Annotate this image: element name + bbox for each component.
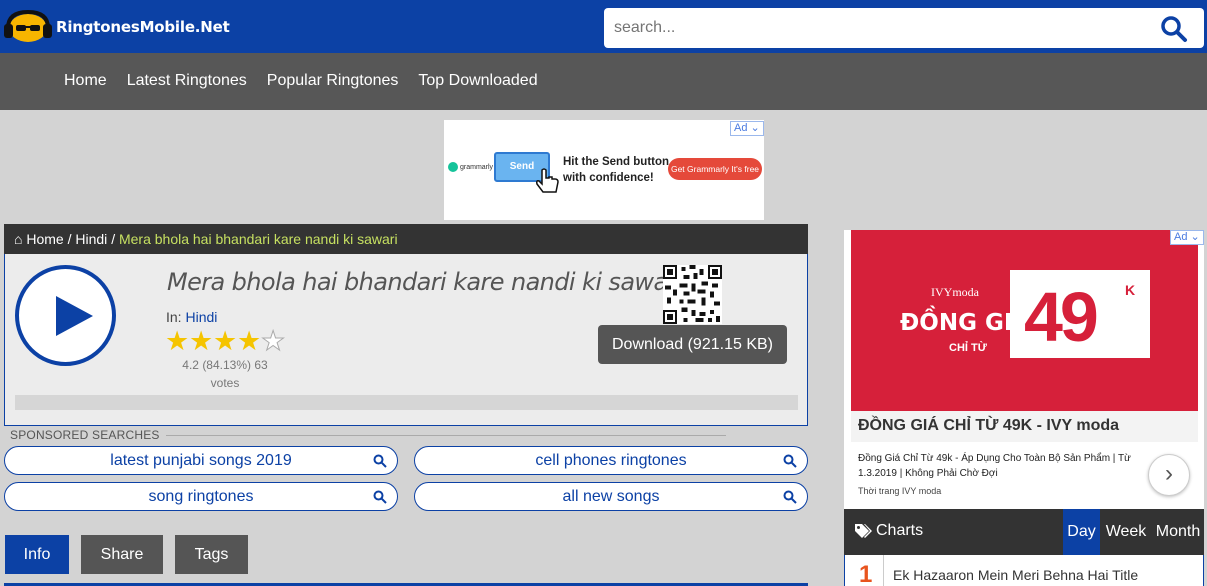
nav-home[interactable]: Home (64, 72, 107, 90)
chart-rank: 1 (859, 561, 873, 586)
grammarly-ad-banner[interactable]: Ad ⌄ grammarly Send Hit the Send button … (444, 120, 764, 220)
nav-popular-ringtones[interactable]: Popular Ringtones (267, 72, 399, 90)
chart-list-item[interactable]: 1 Ek Hazaaron Mein Meri Behna Hai Title (844, 555, 1204, 586)
search-button[interactable] (1160, 15, 1188, 43)
hand-cursor-icon (536, 168, 559, 193)
star-icon[interactable]: ★ (237, 328, 261, 355)
ivy-moda-ad[interactable]: IVYmoda ĐỒNG GIÁ CHỈ TỪ 49 K Ad ⌄ ĐỒNG G… (844, 230, 1204, 509)
tab-info[interactable]: Info (5, 535, 69, 574)
ad-image[interactable]: IVYmoda ĐỒNG GIÁ CHỈ TỪ 49 K (851, 230, 1198, 411)
sponsored-search-link[interactable]: song ringtones (4, 482, 398, 511)
ad-source: Thời trang IVY moda (858, 486, 942, 496)
star-icon[interactable]: ★ (189, 328, 213, 355)
sponsored-label: SPONSORED SEARCHES (4, 428, 166, 442)
search-input[interactable] (614, 14, 1144, 42)
ad-headline: Hit the Send button with confidence! (563, 156, 670, 184)
main-nav: Home Latest Ringtones Popular Ringtones … (0, 53, 1207, 110)
site-logo[interactable]: RingtonesMobile.Net (4, 9, 230, 44)
chevron-right-icon[interactable]: › (1148, 454, 1190, 496)
grammarly-logo: grammarly (448, 162, 493, 172)
search-icon (783, 454, 797, 468)
charts-title: Charts (854, 522, 923, 540)
star-icon[interactable]: ★ (213, 328, 237, 355)
download-button[interactable]: Download (921.15 KB) (598, 325, 787, 364)
charts-tab-month[interactable]: Month (1154, 509, 1202, 555)
ad-headline-line2: CHỈ TỪ (949, 342, 987, 354)
site-name: RingtonesMobile.Net (56, 18, 230, 36)
star-rating[interactable]: ★ ★ ★ ★ ★ (165, 327, 286, 355)
ivy-brand-logo: IVYmoda (931, 285, 979, 299)
song-category-link[interactable]: Hindi (185, 309, 217, 325)
price-suffix: K (1125, 282, 1136, 298)
nav-latest-ringtones[interactable]: Latest Ringtones (127, 72, 247, 90)
sponsored-search-link[interactable]: cell phones ringtones (414, 446, 808, 475)
search-icon (373, 454, 387, 468)
sponsored-search-link[interactable]: all new songs (414, 482, 808, 511)
charts-header: Charts Day Week Month (844, 509, 1204, 555)
charts-tab-day[interactable]: Day (1063, 509, 1100, 555)
qr-code (663, 265, 722, 324)
play-button[interactable] (15, 265, 116, 366)
breadcrumb-category[interactable]: Hindi (75, 231, 107, 247)
ad-badge[interactable]: Ad ⌄ (1170, 230, 1204, 245)
price-value: 49 (1024, 278, 1099, 356)
top-header: RingtonesMobile.Net (0, 0, 1207, 53)
grammarly-logo-icon (448, 162, 458, 172)
divider (160, 435, 726, 436)
sponsored-searches-header: SPONSORED SEARCHES (4, 428, 808, 442)
tab-tags[interactable]: Tags (175, 535, 248, 574)
search-icon (373, 490, 387, 504)
breadcrumb-home[interactable]: Home (26, 231, 63, 247)
chart-song-name[interactable]: Ek Hazaaron Mein Meri Behna Hai Title (893, 567, 1138, 583)
ad-cta-button[interactable]: Get Grammarly It's free (668, 158, 762, 180)
charts-tab-week[interactable]: Week (1103, 509, 1149, 555)
playback-progress-bar[interactable] (15, 395, 798, 410)
star-icon[interactable]: ★ (165, 328, 189, 355)
ringtone-player-card: Mera bhola hai bhandari kare nandi ki sa… (4, 254, 808, 426)
sponsored-search-link[interactable]: latest punjabi songs 2019 (4, 446, 398, 475)
ad-description: Đồng Giá Chỉ Từ 49k - Áp Dụng Cho Toàn B… (858, 453, 1131, 479)
search-bar (604, 8, 1204, 48)
star-empty-icon[interactable]: ★ (261, 327, 286, 355)
nav-top-downloaded[interactable]: Top Downloaded (418, 72, 537, 90)
headphones-logo-icon (4, 9, 52, 44)
rating-summary: 4.2 (84.13%) 63 votes (182, 358, 268, 390)
price-box: 49 K (1010, 270, 1150, 358)
breadcrumb-current: Mera bhola hai bhandari kare nandi ki sa… (118, 231, 398, 247)
song-title: Mera bhola hai bhandari kare nandi ki sa… (167, 268, 684, 296)
home-icon: ⌂ (14, 231, 23, 247)
divider (883, 555, 884, 586)
ad-badge[interactable]: Ad ⌄ (730, 121, 764, 136)
tab-share[interactable]: Share (81, 535, 163, 574)
ad-title[interactable]: ĐỒNG GIÁ CHỈ TỪ 49K - IVY moda (858, 417, 1119, 435)
breadcrumb: ⌂ Home / Hindi / Mera bhola hai bhandari… (4, 224, 808, 254)
tags-icon (855, 524, 872, 538)
play-icon (56, 296, 93, 336)
song-category: In: Hindi (166, 309, 218, 325)
search-icon (783, 490, 797, 504)
search-icon (1161, 16, 1187, 42)
